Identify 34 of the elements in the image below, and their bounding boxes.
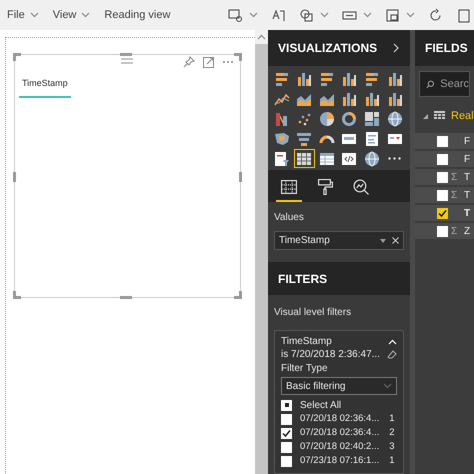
select-all-label: Select All: [300, 398, 342, 412]
menu-button[interactable]: File: [7, 6, 39, 24]
filter-value: 07/23/18 07:16:1...: [300, 454, 380, 468]
pane-title: VISUALIZATIONS: [278, 40, 378, 57]
filter-count: 1: [389, 454, 395, 468]
field-row[interactable]: F: [415, 133, 474, 149]
pane-title: FILTERS: [278, 270, 328, 288]
filter-type-dropdown[interactable]: Basic filtering: [281, 377, 397, 395]
menu-button[interactable]: Reading view: [104, 6, 170, 24]
section-label: Visual level filters: [274, 306, 352, 320]
filter-field-name: TimeStamp: [281, 335, 332, 349]
filter-count: 1: [389, 412, 395, 426]
filter-value: 07/20/18 02:36:4...: [300, 412, 380, 426]
sigma-icon: Σ: [451, 170, 461, 184]
pane-title: FIELDS: [425, 40, 468, 57]
field-row[interactable]: Σ Z: [415, 223, 474, 239]
values-label: Values: [274, 211, 305, 225]
filter-summary: is 7/20/2018 2:36:47...: [281, 348, 380, 362]
filter-count: 3: [389, 440, 395, 454]
menu-button[interactable]: View: [52, 6, 90, 24]
column-header[interactable]: TimeStamp: [19, 77, 71, 98]
search-field[interactable]: Searc: [419, 71, 470, 97]
table-name[interactable]: Real: [451, 108, 474, 124]
field-row[interactable]: Σ T: [415, 187, 474, 203]
value-field[interactable]: TimeStamp: [274, 231, 404, 250]
sigma-icon: Σ: [451, 188, 461, 202]
filter-type-label: Filter Type: [281, 362, 328, 374]
filter-value: 07/20/18 02:40:2...: [300, 440, 380, 454]
filter-value: 07/20/18 02:36:4...: [300, 426, 380, 440]
filter-count: 2: [389, 426, 395, 440]
field-row[interactable]: T: [415, 205, 474, 221]
field-row[interactable]: F: [415, 151, 474, 167]
field-row[interactable]: Σ T: [415, 169, 474, 185]
sigma-icon: Σ: [451, 224, 461, 238]
